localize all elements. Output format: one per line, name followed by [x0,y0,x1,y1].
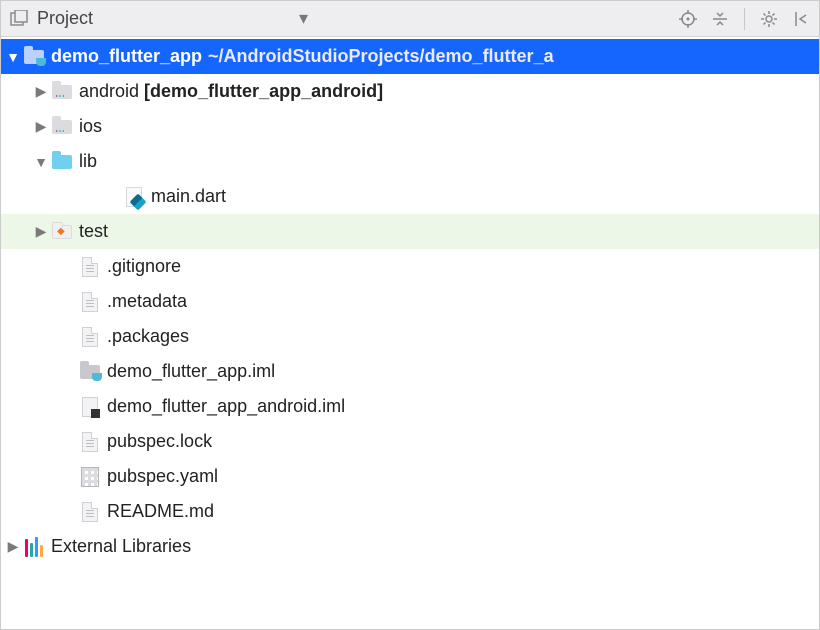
tree-item-external-libraries[interactable]: ▶ External Libraries [1,529,819,564]
tree-item-label: pubspec.yaml [107,466,218,487]
text-file-icon [77,500,103,524]
tree-item-readme[interactable]: README.md [1,494,819,529]
module-folder-icon [49,115,75,139]
module-folder-icon [49,80,75,104]
tree-item-label: External Libraries [51,536,191,557]
libraries-icon [21,535,47,559]
tree-item-label: demo_flutter_app [51,46,202,67]
module-folder-icon [77,360,103,384]
source-folder-icon [49,150,75,174]
tree-item-label: .packages [107,326,189,347]
tree-item-pubspec-lock[interactable]: pubspec.lock [1,424,819,459]
project-view-label: Project [37,8,93,29]
tree-item-label: pubspec.lock [107,431,212,452]
tree-item-label: android [demo_flutter_app_android] [79,81,383,102]
tree-item-test[interactable]: ▶ test [1,214,819,249]
tree-item-iml2[interactable]: demo_flutter_app_android.iml [1,389,819,424]
tree-item-label: lib [79,151,97,172]
tree-item-metadata[interactable]: .metadata [1,284,819,319]
test-folder-icon [49,220,75,244]
collapse-all-icon[interactable] [708,7,732,31]
module-folder-icon [21,45,47,69]
text-file-icon [77,325,103,349]
tree-item-main-dart[interactable]: main.dart [1,179,819,214]
text-file-icon [77,290,103,314]
toolbar-actions [676,7,813,31]
text-file-icon [77,430,103,454]
expand-arrow-icon[interactable]: ▼ [5,49,21,65]
tree-item-label: test [79,221,108,242]
iml-file-icon [77,395,103,419]
tree-item-android[interactable]: ▶ android [demo_flutter_app_android] [1,74,819,109]
tree-item-label: demo_flutter_app_android.iml [107,396,345,417]
tree-root-project[interactable]: ▼ demo_flutter_app ~/AndroidStudioProjec… [1,39,819,74]
tree-item-lib[interactable]: ▼ lib [1,144,819,179]
yaml-file-icon [77,465,103,489]
tree-item-path: ~/AndroidStudioProjects/demo_flutter_a [208,46,554,67]
tree-item-packages[interactable]: .packages [1,319,819,354]
tree-item-label: .gitignore [107,256,181,277]
dart-file-icon [121,185,147,209]
tree-item-gitignore[interactable]: .gitignore [1,249,819,284]
project-pane-icon [7,7,31,31]
expand-arrow-icon[interactable]: ▶ [33,118,49,135]
tree-item-label: main.dart [151,186,226,207]
tree-item-pubspec-yaml[interactable]: pubspec.yaml [1,459,819,494]
hide-panel-icon[interactable] [789,7,813,31]
project-toolbar: Project ▾ [1,1,819,37]
gear-icon[interactable] [757,7,781,31]
project-view-selector[interactable]: Project ▾ [7,7,676,31]
tree-item-ios[interactable]: ▶ ios [1,109,819,144]
tree-item-label: demo_flutter_app.iml [107,361,275,382]
tree-item-label: .metadata [107,291,187,312]
locate-icon[interactable] [676,7,700,31]
expand-arrow-icon[interactable]: ▶ [33,83,49,100]
chevron-down-icon: ▾ [299,8,308,29]
expand-arrow-icon[interactable]: ▶ [33,223,49,240]
tree-item-label: ios [79,116,102,137]
expand-arrow-icon[interactable]: ▶ [5,538,21,555]
text-file-icon [77,255,103,279]
expand-arrow-icon[interactable]: ▼ [33,154,49,170]
tree-item-iml1[interactable]: demo_flutter_app.iml [1,354,819,389]
project-tree: ▼ demo_flutter_app ~/AndroidStudioProjec… [1,37,819,564]
tree-item-label: README.md [107,501,214,522]
separator [744,8,745,30]
